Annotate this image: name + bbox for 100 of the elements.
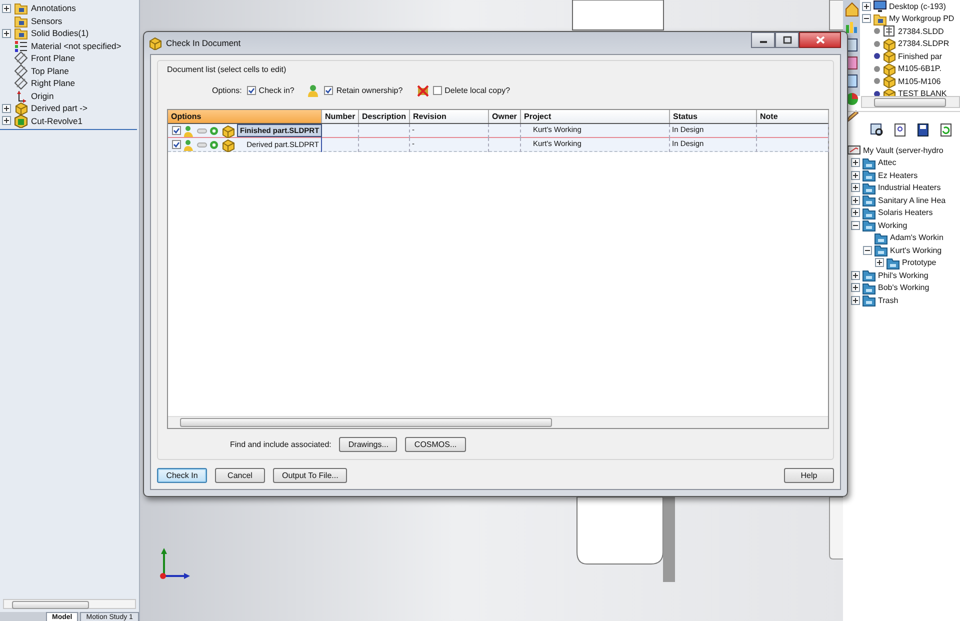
expand-toggle[interactable] bbox=[2, 116, 11, 126]
expand-toggle[interactable] bbox=[851, 270, 860, 280]
folder-icon bbox=[862, 218, 876, 232]
checkbox[interactable] bbox=[172, 140, 181, 150]
option-label: Check in? bbox=[258, 86, 294, 96]
folder-icon bbox=[874, 230, 888, 245]
expand-toggle[interactable] bbox=[851, 196, 860, 205]
owner-icon bbox=[183, 124, 195, 137]
file-name[interactable]: TEST BLANK bbox=[898, 89, 947, 98]
column-header[interactable]: Revision bbox=[410, 110, 489, 123]
expand-toggle[interactable] bbox=[851, 296, 860, 305]
folder-icon bbox=[862, 268, 876, 282]
tree-item-label[interactable]: Solaris Heaters bbox=[878, 208, 933, 218]
part-icon bbox=[882, 62, 896, 76]
close-button[interactable] bbox=[799, 32, 841, 48]
checkbox[interactable] bbox=[432, 86, 442, 96]
monitor-icon bbox=[873, 0, 887, 14]
horizontal-scrollbar[interactable] bbox=[3, 599, 136, 609]
tree-item-label: Derived part -> bbox=[31, 103, 88, 114]
column-header[interactable]: Description bbox=[359, 110, 410, 123]
delete-icon bbox=[416, 84, 430, 98]
tree-item-label[interactable]: Adam's Workin bbox=[890, 233, 944, 242]
file-name[interactable]: 27384.SLDD bbox=[898, 26, 944, 36]
folder-icon bbox=[862, 156, 876, 170]
dialog-button[interactable]: Help bbox=[784, 468, 834, 483]
column-header[interactable]: Status bbox=[670, 110, 757, 123]
minimize-button[interactable] bbox=[751, 32, 775, 48]
find-button[interactable]: Drawings... bbox=[339, 436, 398, 452]
part-icon bbox=[14, 101, 28, 116]
tree-item-label[interactable]: Sanitary A line Hea bbox=[878, 196, 946, 205]
tree-item-label[interactable]: Attec bbox=[878, 158, 896, 168]
refresh-icon[interactable] bbox=[938, 122, 954, 138]
drawing-file-icon bbox=[882, 24, 896, 38]
column-header[interactable]: Project bbox=[521, 110, 670, 123]
column-header[interactable]: Owner bbox=[489, 110, 521, 123]
tree-item-label[interactable]: Desktop (c-193) bbox=[889, 2, 946, 11]
add-icon bbox=[209, 138, 219, 151]
tree-item-label[interactable]: Trash bbox=[878, 296, 898, 305]
folder-icon bbox=[862, 293, 876, 308]
expand-toggle[interactable] bbox=[875, 258, 884, 268]
expand-toggle[interactable] bbox=[2, 104, 11, 113]
tree-item-label: Origin bbox=[31, 90, 54, 101]
expand-toggle[interactable] bbox=[851, 283, 860, 292]
column-header[interactable]: Number bbox=[322, 110, 359, 123]
file-name[interactable]: Finished par bbox=[898, 52, 942, 61]
expand-toggle[interactable] bbox=[862, 14, 871, 24]
dialog-button[interactable]: Cancel bbox=[215, 468, 265, 483]
expand-toggle[interactable] bbox=[851, 170, 860, 180]
expand-toggle[interactable] bbox=[851, 158, 860, 168]
tree-item-label[interactable]: My Vault (server-hydro bbox=[863, 146, 944, 155]
find-button[interactable]: COSMOS... bbox=[405, 436, 466, 452]
tree-item-label[interactable]: My Workgroup PD bbox=[889, 14, 954, 24]
find-label: Find and include associated: bbox=[230, 440, 332, 449]
group-label: Document list (select cells to edit) bbox=[167, 65, 288, 74]
expand-toggle[interactable] bbox=[851, 208, 860, 218]
tree-item-label[interactable]: Phil's Working bbox=[878, 270, 928, 280]
part-icon bbox=[882, 49, 896, 64]
checkbox[interactable] bbox=[246, 86, 256, 96]
tree-item-label[interactable]: Bob's Working bbox=[878, 283, 930, 292]
tree-item-label[interactable]: Working bbox=[878, 220, 908, 230]
checkbox[interactable] bbox=[172, 126, 181, 136]
folder-icon bbox=[862, 180, 876, 195]
column-header[interactable]: Note bbox=[757, 110, 829, 123]
file-name[interactable]: M105-6B1P. bbox=[898, 64, 942, 74]
expand-toggle[interactable] bbox=[2, 4, 11, 13]
dialog-button[interactable]: Check In bbox=[157, 468, 207, 483]
file-name[interactable]: M105-M106 bbox=[898, 76, 941, 86]
origin-icon bbox=[14, 88, 28, 103]
horizontal-scrollbar[interactable] bbox=[168, 416, 828, 428]
tree-item-label[interactable]: Kurt's Working bbox=[890, 246, 942, 255]
folder-icon bbox=[886, 256, 900, 270]
option-label: Delete local copy? bbox=[444, 86, 510, 96]
dialog-button[interactable]: Output To File... bbox=[273, 468, 348, 483]
help-icon[interactable] bbox=[892, 122, 908, 138]
option-label: Retain ownership? bbox=[336, 86, 403, 96]
column-header[interactable]: Options bbox=[168, 110, 322, 123]
file-name[interactable]: 27384.SLDPR bbox=[898, 39, 950, 48]
tree-item-label[interactable]: Prototype bbox=[902, 258, 936, 268]
save-icon[interactable] bbox=[915, 122, 931, 138]
search-icon[interactable] bbox=[869, 122, 885, 138]
folder-icon bbox=[862, 206, 876, 220]
folder-icon bbox=[14, 14, 28, 28]
expand-toggle[interactable] bbox=[863, 246, 872, 255]
part-icon bbox=[221, 124, 235, 138]
tree-item-label: Annotations bbox=[31, 3, 76, 14]
expand-toggle[interactable] bbox=[862, 2, 871, 11]
maximize-button[interactable] bbox=[775, 32, 799, 48]
folder-icon bbox=[873, 12, 887, 26]
horizontal-scrollbar[interactable] bbox=[861, 96, 960, 108]
expand-toggle[interactable] bbox=[851, 183, 860, 192]
close-icon bbox=[814, 36, 826, 44]
tree-item-label: Right Plane bbox=[31, 78, 75, 88]
tree-item-label[interactable]: Industrial Heaters bbox=[878, 183, 941, 192]
tree-item-label: Solid Bodies(1) bbox=[31, 28, 89, 38]
tree-item-label[interactable]: Ez Heaters bbox=[878, 170, 918, 180]
expand-toggle[interactable] bbox=[851, 220, 860, 230]
tree-item-label: Sensors bbox=[31, 16, 62, 26]
plane-icon bbox=[14, 51, 28, 66]
expand-toggle[interactable] bbox=[2, 28, 11, 38]
checkbox[interactable] bbox=[324, 86, 334, 96]
